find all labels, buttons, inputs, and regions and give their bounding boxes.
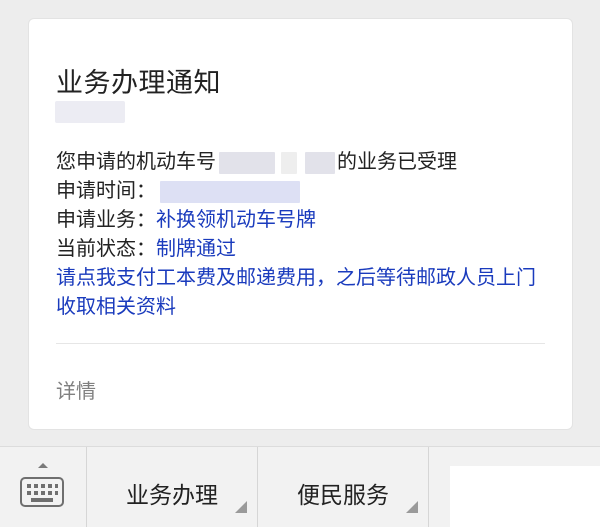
submenu-corner-icon [406,501,418,513]
redacted-plate-part-3 [305,151,335,174]
keyboard-icon [20,477,64,507]
plate-line: 您申请的机动车号 的业务已受理 [56,147,551,176]
redacted-apply-time [160,180,300,203]
card-divider [56,343,545,344]
keyboard-toggle-button[interactable] [0,447,87,527]
card-title: 业务办理通知 [56,68,221,99]
plate-line-prefix: 您申请的机动车号 [56,149,216,173]
redacted-plate-part-1 [219,151,275,174]
apply-time-row: 申请时间： [56,176,551,205]
menu-item-service[interactable]: 便民服务 [258,447,429,527]
menu-item-business[interactable]: 业务办理 [87,447,258,527]
pay-fee-link[interactable]: 请点我支付工本费及邮递费用，之后等待邮政人员上门收取相关资料 [56,263,551,321]
status-label: 当前状态： [56,236,156,260]
submenu-corner-icon [235,501,247,513]
redacted-date [55,101,125,123]
menu-item-business-label: 业务办理 [126,483,218,509]
apply-business-value: 补换领机动车号牌 [156,207,316,231]
status-value: 制牌通过 [156,236,236,260]
apply-business-row: 申请业务：补换领机动车号牌 [56,205,551,234]
plate-line-suffix: 的业务已受理 [337,149,457,173]
redacted-plate-part-2 [281,151,297,174]
status-row: 当前状态：制牌通过 [56,234,551,263]
apply-business-label: 申请业务： [56,207,156,231]
card-body: 您申请的机动车号 的业务已受理 申请时间： 申请业务：补换领机动车号牌 当前状态：… [56,147,551,321]
menu-item-service-label: 便民服务 [297,483,389,509]
cropped-area [450,466,600,527]
apply-time-label: 申请时间： [56,178,156,202]
notification-card[interactable]: 业务办理通知 您申请的机动车号 的业务已受理 申请时间： 申请业务：补换领机动车号… [28,18,573,430]
details-link[interactable]: 详情 [56,375,96,404]
caret-up-icon [38,463,48,468]
